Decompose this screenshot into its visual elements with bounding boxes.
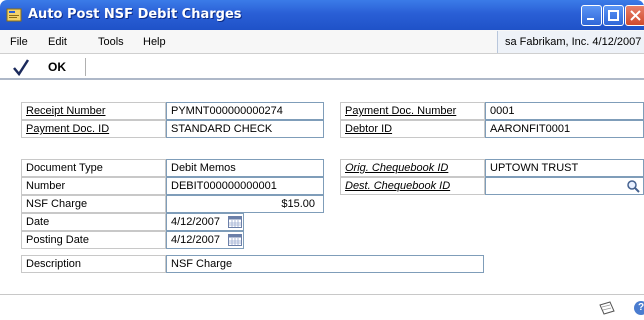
- title-bar[interactable]: Auto Post NSF Debit Charges: [0, 0, 644, 30]
- menu-edit[interactable]: Edit: [48, 36, 67, 48]
- document-type-label: Document Type: [21, 159, 166, 177]
- menu-file[interactable]: File: [10, 36, 28, 48]
- form-area: Receipt Number PYMNT000000000274 Payment…: [0, 82, 644, 294]
- window-title: Auto Post NSF Debit Charges: [28, 7, 242, 22]
- document-type-field[interactable]: Debit Memos: [166, 159, 324, 177]
- ok-button[interactable]: OK: [48, 60, 66, 74]
- nsf-charge-label: NSF Charge: [21, 195, 166, 213]
- orig-chequebook-id-field[interactable]: UPTOWN TRUST: [485, 159, 644, 177]
- menu-help[interactable]: Help: [143, 36, 166, 48]
- debtor-id-label[interactable]: Debtor ID: [340, 120, 485, 138]
- payment-doc-number-field[interactable]: 0001: [485, 102, 644, 120]
- minimize-button[interactable]: [581, 5, 602, 26]
- magnifier-icon[interactable]: [626, 179, 640, 193]
- toolbar: OK: [0, 54, 644, 80]
- close-button[interactable]: [625, 5, 644, 26]
- calendar-icon[interactable]: [228, 216, 242, 228]
- posting-date-label: Posting Date: [21, 231, 166, 249]
- toolbar-separator: [85, 58, 86, 76]
- status-bar: ?: [0, 294, 644, 320]
- receipt-number-label[interactable]: Receipt Number: [21, 102, 166, 120]
- payment-doc-number-label[interactable]: Payment Doc. Number: [340, 102, 485, 120]
- date-label: Date: [21, 213, 166, 231]
- dest-chequebook-id-field[interactable]: [485, 177, 644, 195]
- number-field[interactable]: DEBIT000000000001: [166, 177, 324, 195]
- receipt-number-field[interactable]: PYMNT000000000274: [166, 102, 324, 120]
- nsf-charge-field[interactable]: $15.00: [166, 195, 324, 213]
- number-label: Number: [21, 177, 166, 195]
- calendar-icon[interactable]: [228, 234, 242, 246]
- help-icon[interactable]: ?: [634, 301, 644, 315]
- payment-doc-id-field[interactable]: STANDARD CHECK: [166, 120, 324, 138]
- description-label: Description: [21, 255, 166, 273]
- menu-tools[interactable]: Tools: [98, 36, 124, 48]
- payment-doc-id-label[interactable]: Payment Doc. ID: [21, 120, 166, 138]
- app-window-icon: [6, 8, 22, 22]
- user-company-date: sa Fabrikam, Inc. 4/12/2007: [497, 31, 644, 53]
- debtor-id-field[interactable]: AARONFIT0001: [485, 120, 644, 138]
- checkmark-icon[interactable]: [12, 58, 30, 76]
- dest-chequebook-id-label[interactable]: Dest. Chequebook ID: [340, 177, 485, 195]
- description-field[interactable]: NSF Charge: [166, 255, 484, 273]
- orig-chequebook-id-label[interactable]: Orig. Chequebook ID: [340, 159, 485, 177]
- note-icon[interactable]: [598, 301, 616, 315]
- maximize-button[interactable]: [603, 5, 624, 26]
